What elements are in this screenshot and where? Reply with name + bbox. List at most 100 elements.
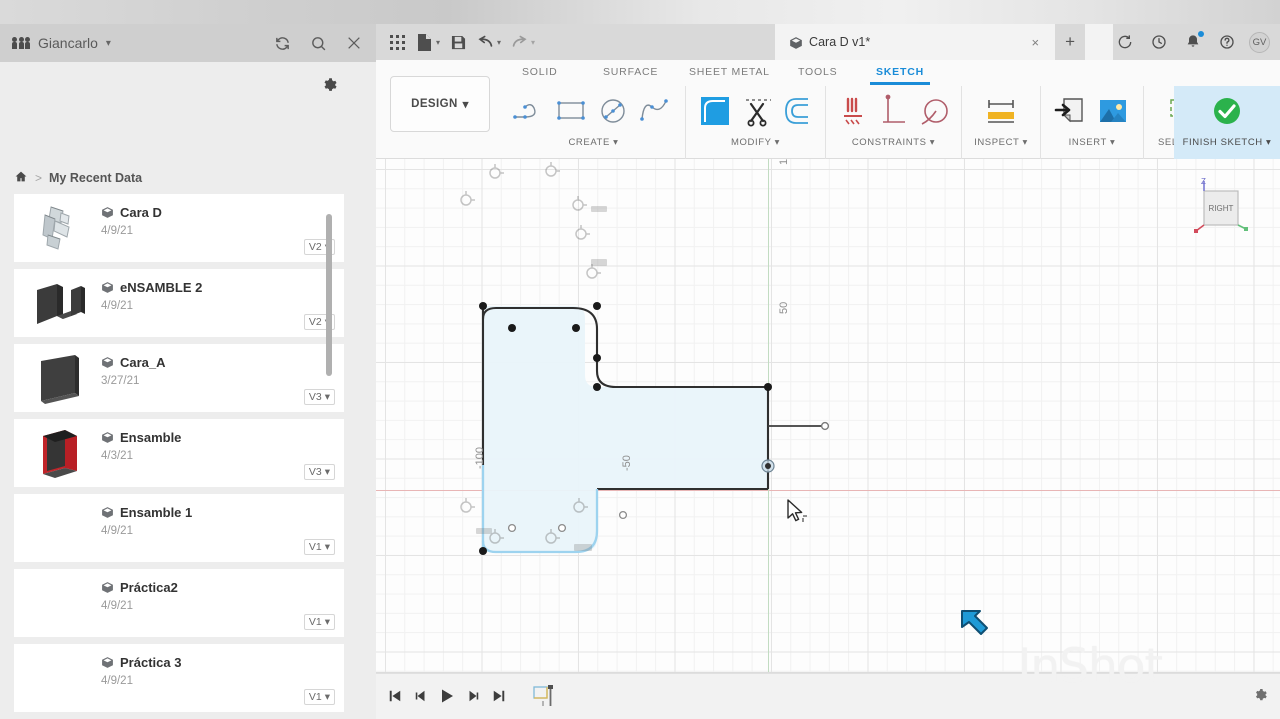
panel-finish-sketch[interactable]: FINISH SKETCH ▾ bbox=[1174, 86, 1280, 159]
sketch-geometry bbox=[460, 162, 830, 555]
notification-badge bbox=[1198, 31, 1204, 37]
measure-tool-icon[interactable] bbox=[982, 90, 1020, 132]
panel-create-title: CREATE bbox=[568, 137, 610, 148]
help-icon[interactable] bbox=[1215, 30, 1239, 54]
new-file-chevron-down-icon[interactable]: ▾ bbox=[436, 38, 440, 47]
step-forward-button[interactable] bbox=[464, 686, 482, 706]
file-name-text: Cara_A bbox=[120, 355, 166, 370]
version-label: V3 bbox=[308, 466, 322, 478]
avatar[interactable]: GV bbox=[1249, 31, 1270, 53]
app-grid-icon[interactable] bbox=[384, 29, 410, 55]
tab-surface[interactable]: SURFACE bbox=[597, 64, 664, 82]
finish-sketch-label[interactable]: FINISH SKETCH ▾ bbox=[1174, 137, 1280, 148]
file-name: Ensamble bbox=[101, 430, 181, 445]
job-status-icon[interactable] bbox=[1147, 30, 1171, 54]
list-item[interactable]: Práctica2 4/9/21 V1 ▾ bbox=[14, 569, 344, 637]
file-thumbnail bbox=[31, 201, 93, 257]
list-item[interactable]: Práctica 3 4/9/21 V1 ▾ bbox=[14, 644, 344, 712]
model-cube-icon bbox=[101, 356, 114, 369]
panel-insert-title: INSERT bbox=[1068, 137, 1107, 148]
panel-inspect-title: INSPECT bbox=[974, 137, 1020, 148]
play-button[interactable] bbox=[438, 686, 456, 706]
file-name-text: Ensamble bbox=[120, 430, 182, 445]
redo-icon[interactable] bbox=[506, 29, 532, 55]
document-tab[interactable]: Cara D v1* × bbox=[775, 24, 1056, 60]
data-panel-scrollbar[interactable] bbox=[326, 194, 332, 719]
close-icon[interactable] bbox=[344, 33, 364, 53]
close-icon[interactable]: × bbox=[1025, 35, 1045, 50]
search-icon[interactable] bbox=[308, 33, 328, 53]
skip-to-start-button[interactable] bbox=[386, 686, 404, 706]
spline-tool-icon[interactable] bbox=[636, 90, 674, 132]
data-panel: Giancarlo ▾ > My Recent Data Cara D 4/9/… bbox=[0, 24, 376, 719]
version-label: V1 bbox=[308, 616, 322, 628]
fillet-tool-icon[interactable] bbox=[694, 90, 736, 132]
tab-sketch[interactable]: SKETCH bbox=[870, 64, 930, 85]
file-name-text: Práctica2 bbox=[120, 580, 178, 595]
screen: Giancarlo ▾ > My Recent Data Cara D 4/9/… bbox=[0, 0, 1280, 719]
panel-constraints-label[interactable]: CONSTRAINTS ▾ bbox=[826, 137, 961, 148]
blue-drag-arrow[interactable] bbox=[956, 605, 996, 645]
insert-image-icon[interactable] bbox=[1094, 90, 1132, 132]
file-name: Ensamble 1 bbox=[101, 505, 192, 520]
undo-icon[interactable] bbox=[472, 29, 498, 55]
model-cube-icon bbox=[101, 656, 114, 669]
panel-modify-title: MODIFY bbox=[731, 137, 772, 148]
save-icon[interactable] bbox=[445, 29, 471, 55]
scrollbar-thumb[interactable] bbox=[326, 214, 332, 376]
sketch-canvas[interactable]: 100 50 -50 -100 RIGHT Z bbox=[376, 159, 1280, 672]
list-item[interactable]: Cara_A 3/27/21 V3 ▾ bbox=[14, 344, 344, 412]
tangent-constraint-icon[interactable] bbox=[916, 90, 953, 132]
ribbon-tabs-and-panels: SOLID SURFACE SHEET METAL TOOLS SKETCH C… bbox=[502, 60, 1280, 159]
version-label: V2 bbox=[308, 316, 322, 328]
settings-gear-icon[interactable] bbox=[1252, 687, 1270, 705]
new-file-icon[interactable] bbox=[411, 29, 437, 55]
file-name: Cara D bbox=[101, 205, 162, 220]
chevron-down-icon: ▾ bbox=[105, 37, 111, 49]
new-tab-button[interactable]: + bbox=[1055, 24, 1086, 60]
perpendicular-constraint-icon[interactable] bbox=[875, 90, 912, 132]
file-thumbnail bbox=[31, 426, 93, 482]
rectangle-tool-icon[interactable] bbox=[552, 90, 590, 132]
circle-tool-icon[interactable] bbox=[594, 90, 632, 132]
redo-chevron-down-icon[interactable]: ▾ bbox=[531, 38, 535, 47]
list-item[interactable]: Ensamble 4/3/21 V3 ▾ bbox=[14, 419, 344, 487]
list-item[interactable]: eNSAMBLE 2 4/9/21 V2▾ bbox=[14, 269, 344, 337]
breadcrumb-separator: > bbox=[35, 171, 43, 185]
panel-modify: MODIFY ▾ bbox=[686, 86, 826, 159]
panel-create-label[interactable]: CREATE ▾ bbox=[502, 137, 685, 148]
finish-sketch-check-icon[interactable] bbox=[1208, 90, 1246, 132]
model-cube-icon bbox=[789, 36, 802, 49]
tab-solid[interactable]: SOLID bbox=[516, 64, 564, 82]
panel-insert-label[interactable]: INSERT ▾ bbox=[1041, 137, 1143, 148]
step-back-button[interactable] bbox=[412, 686, 430, 706]
workspace-switcher[interactable]: DESIGN ▾ bbox=[390, 76, 490, 132]
gear-icon[interactable] bbox=[320, 76, 340, 96]
home-icon[interactable] bbox=[14, 170, 28, 186]
panel-modify-label[interactable]: MODIFY ▾ bbox=[686, 137, 825, 148]
insert-derive-icon[interactable] bbox=[1052, 90, 1090, 132]
version-label: V1 bbox=[308, 691, 322, 703]
undo-chevron-down-icon[interactable]: ▾ bbox=[497, 38, 501, 47]
file-thumbnail bbox=[31, 351, 93, 407]
line-tool-icon[interactable] bbox=[510, 90, 548, 132]
timeline-feature-marker[interactable] bbox=[532, 683, 558, 709]
refresh-icon[interactable] bbox=[272, 33, 292, 53]
view-cube[interactable]: RIGHT Z bbox=[1190, 177, 1252, 239]
list-item[interactable]: Cara D 4/9/21 V2▾ bbox=[14, 194, 344, 262]
tab-tools[interactable]: TOOLS bbox=[792, 64, 843, 82]
notifications-icon[interactable] bbox=[1181, 30, 1205, 54]
skip-to-end-button[interactable] bbox=[490, 686, 508, 706]
list-item[interactable]: Ensamble 1 4/9/21 V1 ▾ bbox=[14, 494, 344, 562]
sync-icon[interactable] bbox=[1113, 30, 1137, 54]
svg-text:RIGHT: RIGHT bbox=[1209, 204, 1234, 213]
trim-tool-icon[interactable] bbox=[740, 90, 776, 132]
team-selector[interactable]: Giancarlo ▾ bbox=[12, 35, 111, 51]
breadcrumb-current[interactable]: My Recent Data bbox=[49, 171, 142, 185]
horizontal-vertical-constraint-icon[interactable] bbox=[834, 90, 871, 132]
panel-inspect-label[interactable]: INSPECT ▾ bbox=[962, 137, 1040, 148]
account-toolbar: GV bbox=[1113, 24, 1280, 60]
panel-inspect: INSPECT ▾ bbox=[962, 86, 1041, 159]
offset-tool-icon[interactable] bbox=[781, 90, 817, 132]
tab-sheet-metal[interactable]: SHEET METAL bbox=[683, 64, 776, 82]
